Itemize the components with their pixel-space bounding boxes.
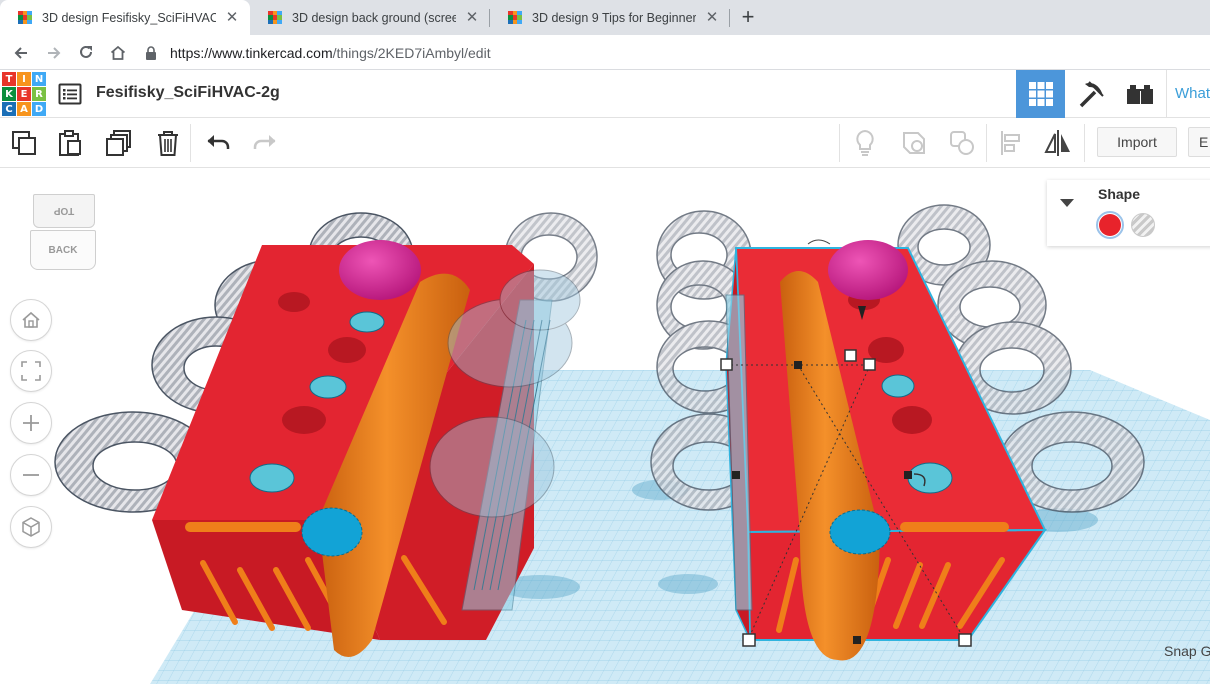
logo-letter: N bbox=[32, 72, 46, 86]
browser-tab-fesifisky[interactable]: 3D design Fesifisky_SciFiHVAC-2g ✕ bbox=[0, 0, 250, 35]
reload-icon[interactable] bbox=[73, 40, 99, 66]
browser-tab-strip: 3D design Fesifisky_SciFiHVAC-2g ✕ 3D de… bbox=[0, 0, 1210, 35]
import-button[interactable]: Import bbox=[1097, 127, 1177, 157]
align-icon[interactable] bbox=[995, 127, 1027, 159]
logo-letter: R bbox=[32, 87, 46, 101]
zoom-out-icon[interactable] bbox=[10, 454, 52, 496]
browser-tab-tips[interactable]: 3D design 9 Tips for Beginners | T ✕ bbox=[490, 0, 730, 35]
tinkercad-app: 3D design Fesifisky_SciFiHVAC-2g ✕ 3D de… bbox=[0, 0, 1210, 684]
close-tab-icon[interactable]: ✕ bbox=[224, 9, 240, 26]
pickaxe-icon[interactable] bbox=[1066, 70, 1115, 118]
tinkercad-logo[interactable]: T I N K E R C A D bbox=[2, 72, 46, 116]
redo-icon[interactable] bbox=[249, 127, 281, 159]
view-cube-back-face[interactable]: BACK bbox=[30, 230, 96, 270]
ungroup-icon[interactable] bbox=[946, 127, 978, 159]
close-tab-icon[interactable]: ✕ bbox=[704, 9, 720, 26]
snap-grid-label[interactable]: Snap G bbox=[1164, 643, 1210, 659]
workplane[interactable]: TOP BACK Shape Snap G bbox=[0, 168, 1210, 684]
magenta-dome bbox=[339, 240, 421, 300]
design-list-icon[interactable] bbox=[58, 82, 82, 106]
mirror-icon[interactable] bbox=[1042, 127, 1074, 159]
logo-letter: I bbox=[17, 72, 31, 86]
lock-icon bbox=[140, 39, 162, 67]
tab-title: 3D design 9 Tips for Beginners | T bbox=[532, 10, 696, 25]
home-view-icon[interactable] bbox=[10, 299, 52, 341]
perspective-cube-icon[interactable] bbox=[10, 506, 52, 548]
close-tab-icon[interactable]: ✕ bbox=[464, 9, 480, 26]
new-tab-button[interactable]: + bbox=[737, 5, 759, 29]
magenta-dome bbox=[828, 240, 908, 300]
whats-new-link[interactable]: What bbox=[1166, 70, 1210, 118]
cyan-cap bbox=[301, 507, 363, 557]
undo-icon[interactable] bbox=[202, 127, 234, 159]
scene-canvas[interactable] bbox=[0, 168, 1210, 684]
bricks-icon[interactable] bbox=[1115, 70, 1164, 118]
url-path: /things/2KED7iAmbyl/edit bbox=[332, 45, 491, 61]
tab-title: 3D design back ground (screen s bbox=[292, 10, 456, 25]
logo-letter: C bbox=[2, 102, 16, 116]
fit-view-icon[interactable] bbox=[10, 350, 52, 392]
tab-title: 3D design Fesifisky_SciFiHVAC-2g bbox=[42, 10, 216, 25]
solid-color-swatch[interactable] bbox=[1096, 211, 1124, 239]
delete-icon[interactable] bbox=[152, 127, 184, 159]
shape-inspector-panel: Shape bbox=[1047, 180, 1210, 246]
browser-toolbar: https://www.tinkercad.com/things/2KED7iA… bbox=[0, 35, 1210, 70]
shape-panel-title: Shape bbox=[1098, 186, 1141, 202]
back-arrow-icon[interactable] bbox=[8, 40, 34, 66]
logo-letter: K bbox=[2, 87, 16, 101]
zoom-in-icon[interactable] bbox=[10, 402, 52, 444]
group-icon[interactable] bbox=[898, 127, 930, 159]
grid-view-icon[interactable] bbox=[1016, 70, 1065, 118]
browser-tab-background[interactable]: 3D design back ground (screen s ✕ bbox=[250, 0, 490, 35]
cyan-cap bbox=[829, 509, 891, 555]
tinkercad-favicon-icon bbox=[508, 10, 522, 25]
address-bar[interactable]: https://www.tinkercad.com/things/2KED7iA… bbox=[140, 39, 1210, 67]
solid-color-dot bbox=[1099, 214, 1121, 236]
logo-letter: T bbox=[2, 72, 16, 86]
toolbar-divider bbox=[986, 124, 987, 162]
forward-arrow-icon[interactable] bbox=[41, 40, 67, 66]
view-cube-top-face[interactable]: TOP bbox=[33, 194, 95, 228]
toolbar-divider bbox=[1084, 124, 1085, 162]
edit-toolbar: Import E bbox=[0, 118, 1210, 168]
copy-icon[interactable] bbox=[8, 127, 40, 159]
paste-icon[interactable] bbox=[54, 127, 86, 159]
app-header: T I N K E R C A D Fesifisky_SciFiHVAC-2g… bbox=[0, 70, 1210, 118]
tinkercad-favicon-icon bbox=[18, 10, 32, 25]
logo-letter: A bbox=[17, 102, 31, 116]
url-host: https://www.tinkercad.com bbox=[170, 45, 333, 61]
logo-letter: E bbox=[17, 87, 31, 101]
logo-letter: D bbox=[32, 102, 46, 116]
toolbar-divider bbox=[839, 124, 840, 162]
view-cube[interactable]: TOP BACK bbox=[30, 194, 98, 270]
collapse-chevron-icon[interactable] bbox=[1059, 196, 1075, 208]
toolbar-divider bbox=[190, 124, 191, 162]
tab-divider bbox=[729, 9, 730, 27]
tinkercad-favicon-icon bbox=[268, 10, 282, 25]
home-icon[interactable] bbox=[105, 40, 131, 66]
hole-swatch[interactable] bbox=[1131, 213, 1155, 237]
export-button[interactable]: E bbox=[1188, 127, 1210, 157]
duplicate-icon[interactable] bbox=[103, 127, 135, 159]
design-title[interactable]: Fesifisky_SciFiHVAC-2g bbox=[96, 84, 280, 102]
lightbulb-icon[interactable] bbox=[849, 127, 881, 159]
